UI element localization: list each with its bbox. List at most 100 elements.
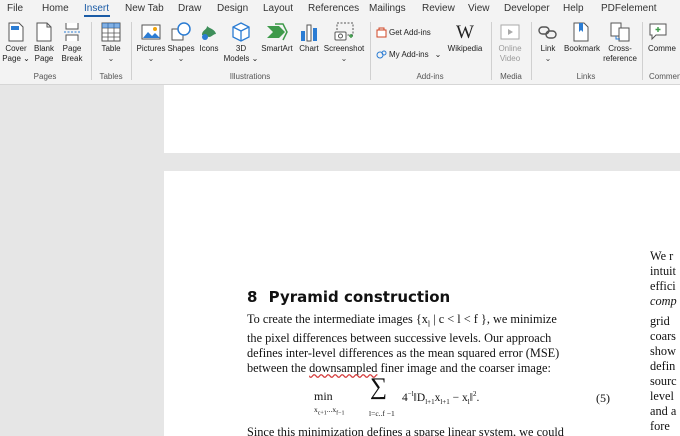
tab-draw[interactable]: Draw <box>178 3 201 14</box>
table-icon <box>101 22 121 42</box>
paragraph-line: To create the intermediate images {xl | … <box>247 312 557 329</box>
cover-page-button[interactable]: Cover Page ⌄ <box>2 22 30 63</box>
right-column-line: defin <box>650 359 676 373</box>
right-column-line: coars <box>650 329 676 343</box>
blank-page-button[interactable]: Blank Page <box>32 22 56 63</box>
pictures-label: Pictures <box>136 44 166 53</box>
paragraph-line: defines inter-level differences as the m… <box>247 346 560 361</box>
my-add-ins-label: My Add-ins <box>389 50 429 59</box>
shapes-button[interactable]: Shapes ⌄ <box>167 22 195 63</box>
paragraph-line: between the downsampled finer image and … <box>247 361 551 376</box>
equation-expression: 4−l‖Dl+1xl+1 − xl‖2. <box>402 390 480 407</box>
link-icon <box>538 26 557 39</box>
right-column-line: level <box>650 389 674 403</box>
illustrations-group-label: Illustrations <box>229 72 271 81</box>
smartart-icon <box>267 23 288 41</box>
cross-reference-label-2: reference <box>603 53 637 63</box>
table-label: Table <box>101 44 121 53</box>
right-column-line: fore <box>650 419 670 433</box>
blank-page-icon <box>36 22 52 42</box>
page-break-label: Page <box>62 44 82 53</box>
tab-pdfelement[interactable]: PDFelement <box>601 3 657 14</box>
table-dropdown-icon: ⌄ <box>107 53 115 63</box>
cover-page-icon <box>8 22 24 42</box>
comment-label: Comme <box>648 44 677 53</box>
tab-view[interactable]: View <box>468 3 490 14</box>
tab-new-tab[interactable]: New Tab <box>125 3 164 14</box>
smartart-button[interactable]: SmartArt <box>258 22 296 54</box>
right-column-line: effici <box>650 279 676 293</box>
tab-insert[interactable]: Insert <box>84 3 109 14</box>
table-button[interactable]: Table ⌄ <box>96 22 126 63</box>
equation-min-subscript: xc+1...xf−1 <box>314 405 345 417</box>
page-current[interactable]: 8 Pyramid construction To create the int… <box>164 171 680 436</box>
tab-mailings[interactable]: Mailings <box>369 3 406 14</box>
tab-review[interactable]: Review <box>422 3 455 14</box>
3d-models-button[interactable]: 3D Models ⌄ <box>224 22 258 63</box>
tab-references[interactable]: References <box>308 3 359 14</box>
right-column-line: sourc <box>650 374 677 388</box>
page-previous[interactable] <box>164 85 680 153</box>
smartart-label: SmartArt <box>261 44 293 53</box>
chart-button[interactable]: Chart <box>296 22 322 54</box>
wikipedia-label: Wikipedia <box>447 44 483 53</box>
paragraph-intro[interactable]: To create the intermediate images {xl | … <box>247 312 612 376</box>
summation-symbol: ∑ <box>370 374 388 400</box>
add-ins-icon <box>376 50 387 59</box>
online-video-label: Online <box>498 44 522 53</box>
chart-label: Chart <box>299 44 319 53</box>
link-button[interactable]: Link ⌄ <box>535 22 561 63</box>
right-column-line: We r <box>650 249 674 263</box>
pictures-button[interactable]: Pictures ⌄ <box>136 22 166 63</box>
screenshot-button[interactable]: Screenshot ⌄ <box>322 22 366 63</box>
right-column-line: and a <box>650 404 677 418</box>
icons-button[interactable]: Icons <box>196 22 222 54</box>
comments-group-label: Commen <box>649 72 680 81</box>
pages-group-label: Pages <box>33 72 57 81</box>
page-break-icon <box>64 23 80 41</box>
right-column-line: grid <box>650 314 670 328</box>
blank-page-label: Blank <box>33 44 54 53</box>
pictures-dropdown-icon: ⌄ <box>147 53 155 63</box>
get-add-ins-button[interactable]: Get Add-ins <box>376 27 431 38</box>
my-add-ins-dropdown-icon: ⌄ <box>434 50 442 59</box>
paragraph-following[interactable]: Since this minimization defines a sparse… <box>247 425 617 436</box>
wikipedia-icon: W <box>456 22 474 43</box>
new-comment-button[interactable]: Comme <box>648 22 680 54</box>
3d-models-label: 3D <box>235 44 247 53</box>
group-separator <box>370 22 371 80</box>
shapes-dropdown-icon: ⌄ <box>177 53 185 63</box>
links-group-label: Links <box>576 72 596 81</box>
tab-layout[interactable]: Layout <box>263 3 293 14</box>
tab-file[interactable]: File <box>7 3 23 14</box>
online-video-label-2: Video <box>499 53 521 63</box>
cross-reference-button[interactable]: Cross- reference <box>602 22 638 63</box>
page-break-label-2: Break <box>61 53 83 63</box>
summation-subscript: l=c..f −1 <box>369 409 395 418</box>
right-column-text[interactable]: We r intuit effici comp grid coars show … <box>650 249 677 434</box>
store-icon <box>376 27 387 38</box>
active-tab-indicator <box>84 15 110 17</box>
cover-page-label: Cover <box>5 44 27 53</box>
page-break-button[interactable]: Page Break <box>59 22 85 63</box>
online-video-button[interactable]: Online Video <box>495 22 525 63</box>
my-add-ins-button[interactable]: My Add-ins ⌄ <box>376 49 441 60</box>
icons-label: Icons <box>199 44 219 53</box>
link-dropdown-icon: ⌄ <box>544 53 552 63</box>
bookmark-button[interactable]: Bookmark <box>562 22 602 54</box>
section-title: Pyramid construction <box>268 288 451 306</box>
document-canvas[interactable]: 8 Pyramid construction To create the int… <box>0 85 680 436</box>
link-label: Link <box>540 44 556 53</box>
wikipedia-button[interactable]: W Wikipedia <box>446 22 484 54</box>
equation-number: (5) <box>596 391 610 405</box>
tab-developer[interactable]: Developer <box>504 3 550 14</box>
tab-home[interactable]: Home <box>42 3 69 14</box>
blank-page-label-2: Page <box>34 53 54 63</box>
right-column-line: comp <box>650 294 677 308</box>
cross-reference-label: Cross- <box>608 44 632 53</box>
tab-help[interactable]: Help <box>563 3 584 14</box>
section-heading: 8 Pyramid construction <box>247 288 450 306</box>
3d-cube-icon <box>232 22 250 42</box>
group-separator <box>642 22 643 80</box>
tab-design[interactable]: Design <box>217 3 248 14</box>
